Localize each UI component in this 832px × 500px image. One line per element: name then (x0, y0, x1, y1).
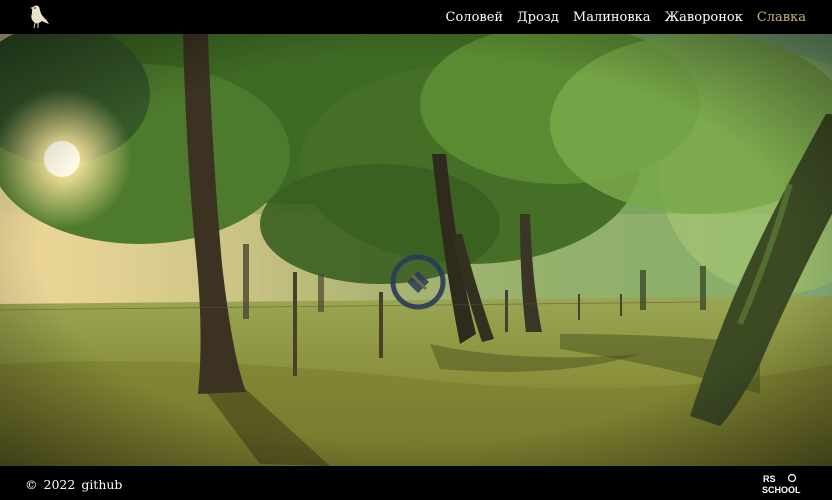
nav-item-warbler[interactable]: Славка (757, 10, 806, 25)
rs-logo-top: RS (763, 474, 776, 484)
forest-scene (0, 34, 832, 466)
bird-icon[interactable] (26, 4, 50, 30)
main-nav: Соловей Дрозд Малиновка Жаворонок Славка (446, 0, 806, 34)
github-link[interactable]: github (81, 477, 122, 492)
copyright-year: 2022 (43, 477, 76, 492)
nav-item-robin[interactable]: Малиновка (573, 10, 651, 25)
page-header: Соловей Дрозд Малиновка Жаворонок Славка (0, 0, 832, 34)
play-pause-icon[interactable] (389, 253, 447, 311)
nav-item-thrush[interactable]: Дрозд (517, 10, 559, 25)
copyright-symbol: © (25, 477, 38, 492)
copyright: © 2022 github (25, 477, 122, 492)
page-footer: © 2022 github (0, 466, 832, 500)
nav-item-nightingale[interactable]: Соловей (446, 10, 504, 25)
nav-item-lark[interactable]: Жаворонок (665, 10, 743, 25)
rs-logo-bottom: SCHOOL (762, 485, 801, 495)
rs-school-logo[interactable]: RS SCHOOL (762, 473, 814, 495)
hero-background (0, 34, 832, 466)
